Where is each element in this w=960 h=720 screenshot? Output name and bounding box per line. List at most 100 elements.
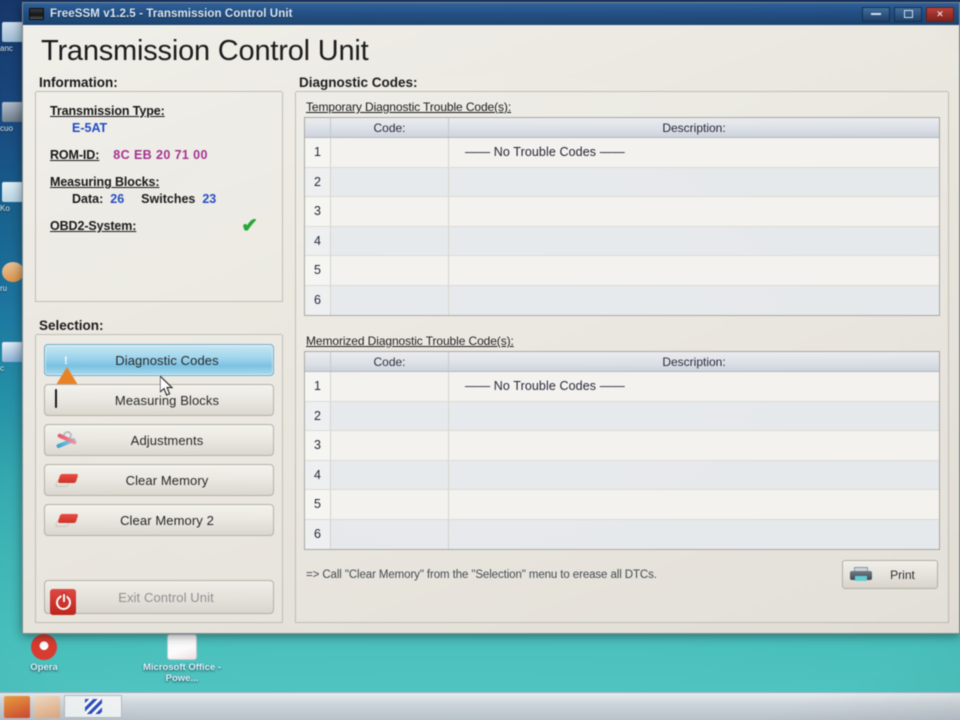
left-panel: Information: Transmission Type: E-5AT RO… (35, 75, 283, 623)
button-clear-memory[interactable]: Clear Memory (44, 464, 274, 496)
row-code (331, 490, 449, 519)
row-code (331, 197, 449, 226)
button-label: Exit Control Unit (118, 589, 214, 605)
selection-section: Selection: Diagnostic Codes Measuring Bl… (35, 318, 283, 623)
row-description (449, 520, 939, 550)
information-group-title: Information: (39, 75, 118, 90)
memorized-dtc-caption: Memorized Diagnostic Trouble Code(s): (306, 334, 514, 348)
button-clear-memory-2[interactable]: Clear Memory 2 (44, 504, 274, 536)
table-row[interactable]: 5 (305, 256, 939, 286)
transmission-type-value: E-5AT (72, 121, 108, 135)
table-row[interactable]: 1 —— No Trouble Codes —— (305, 138, 939, 168)
row-index: 2 (305, 167, 331, 196)
taskbar-start-icon[interactable] (4, 695, 30, 718)
table-row[interactable]: 1 —— No Trouble Codes —— (305, 372, 939, 402)
switches-label: Switches (141, 192, 196, 206)
warning-triangle-icon (55, 350, 79, 385)
table-row[interactable]: 4 (305, 460, 939, 490)
row-code (331, 285, 449, 315)
table-row[interactable]: 6 (305, 285, 939, 316)
hint-text: => Call "Clear Memory" from the "Selecti… (306, 568, 657, 581)
button-measuring-blocks[interactable]: Measuring Blocks (44, 384, 274, 416)
row-description (449, 197, 939, 226)
row-code (331, 226, 449, 255)
content-row: Information: Transmission Type: E-5AT RO… (35, 75, 949, 623)
rom-id-block: ROM-ID: 8C EB 20 71 00 (50, 148, 274, 162)
row-description (449, 431, 939, 460)
tools-icon (55, 430, 79, 450)
measuring-blocks-label: Measuring Blocks: (50, 175, 160, 189)
button-label: Adjustments (130, 432, 204, 448)
row-code (331, 138, 449, 167)
taskbar-window-button[interactable] (64, 695, 122, 718)
generic-icon (2, 182, 24, 202)
table-row[interactable]: 6 (305, 519, 939, 550)
button-label: Diagnostic Codes (115, 352, 219, 368)
row-index: 4 (305, 226, 331, 255)
row-index: 3 (305, 431, 331, 460)
row-description (449, 490, 939, 519)
row-index: 1 (305, 138, 331, 167)
desktop-icon-opera[interactable]: Opera (0, 632, 92, 690)
window-titlebar[interactable]: FreeSSM v1.2.5 - Transmission Control Un… (23, 3, 959, 25)
diagnostic-codes-group-title: Diagnostic Codes: (299, 75, 418, 90)
temporary-dtc-table[interactable]: Code: Description: 1 —— No Trouble Codes… (304, 117, 940, 316)
table-row[interactable]: 2 (305, 401, 939, 431)
table-row[interactable]: 2 (305, 167, 939, 197)
table-row[interactable]: 4 (305, 226, 939, 256)
transmission-type-block: Transmission Type: E-5AT (50, 104, 274, 135)
window-controls: ✕ (862, 6, 956, 22)
row-description (449, 227, 939, 256)
row-code (331, 256, 449, 285)
row-description (449, 168, 939, 197)
right-panel: Diagnostic Codes: Temporary Diagnostic T… (295, 75, 949, 623)
measuring-blocks-block: Measuring Blocks: Data: 26 Switches 23 (50, 175, 274, 206)
maximize-icon[interactable] (894, 6, 922, 22)
button-label: Measuring Blocks (114, 392, 220, 408)
taskbar-icon[interactable] (34, 695, 60, 718)
print-button[interactable]: Print (842, 560, 938, 589)
generic-icon (2, 342, 24, 362)
row-index: 5 (305, 490, 331, 519)
row-description (449, 286, 939, 316)
power-icon (50, 587, 77, 615)
table-row[interactable]: 3 (305, 197, 939, 227)
row-description: —— No Trouble Codes —— (465, 379, 625, 394)
print-button-label: Print (890, 567, 915, 582)
header-description: Description: (662, 120, 726, 135)
rom-id-value: 8C EB 20 71 00 (113, 148, 208, 162)
desktop-icon-powerpoint[interactable]: Microsoft Office - Powe... (134, 632, 230, 690)
opera-icon (31, 634, 57, 660)
table-row[interactable]: 3 (305, 431, 939, 461)
measuring-blocks-values: Data: 26 Switches 23 (50, 192, 274, 206)
row-index: 6 (305, 285, 331, 315)
button-exit-control-unit[interactable]: Exit Control Unit (44, 580, 274, 615)
temporary-dtc-caption: Temporary Diagnostic Trouble Code(s): (306, 100, 512, 114)
rom-id-label: ROM-ID: (50, 148, 100, 162)
footer-row: => Call "Clear Memory" from the "Selecti… (304, 560, 940, 589)
button-label: Clear Memory 2 (120, 512, 214, 528)
desktop-icon-label: Opera (30, 662, 58, 673)
header-index (305, 352, 331, 371)
taskbar[interactable] (0, 692, 960, 720)
selection-group-title: Selection: (39, 318, 104, 333)
transmission-type-label: Transmission Type: (50, 104, 165, 118)
information-panel: Transmission Type: E-5AT ROM-ID: 8C EB 2… (35, 91, 283, 302)
generic-icon (2, 22, 24, 42)
window-thumb-icon (84, 699, 102, 714)
close-icon[interactable]: ✕ (926, 6, 954, 22)
memorized-dtc-table[interactable]: Code: Description: 1 —— No Trouble Codes… (304, 351, 940, 550)
diagnostic-codes-panel: Temporary Diagnostic Trouble Code(s): Co… (295, 91, 949, 623)
window-title: FreeSSM v1.2.5 - Transmission Control Un… (50, 8, 293, 20)
row-index: 2 (305, 401, 331, 430)
data-value: 26 (110, 192, 125, 206)
button-adjustments[interactable]: Adjustments (44, 424, 274, 456)
generic-icon (2, 262, 24, 282)
minimize-icon[interactable] (862, 6, 890, 22)
table-row[interactable]: 5 (305, 490, 939, 520)
button-diagnostic-codes[interactable]: Diagnostic Codes (44, 344, 274, 385)
desktop-icon-row: Opera Microsoft Office - Powe... (0, 632, 960, 690)
row-code (331, 167, 449, 196)
row-code (331, 372, 449, 401)
row-index: 1 (305, 372, 331, 401)
